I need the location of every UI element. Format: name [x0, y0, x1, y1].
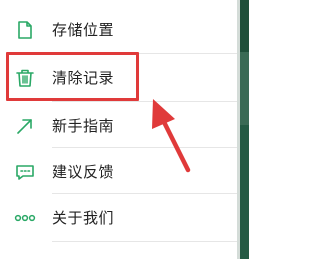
menu-item-beginner-guide[interactable]: 新手指南 — [0, 102, 237, 149]
menu-item-label: 关于我们 — [52, 209, 115, 227]
divider — [52, 241, 237, 242]
menu-item-label: 存储位置 — [52, 21, 115, 39]
background-edge — [237, 0, 249, 259]
menu-item-storage-location[interactable]: 存储位置 — [0, 6, 237, 53]
arrow-up-right-icon — [14, 115, 36, 137]
menu-item-feedback[interactable]: 建议反馈 — [0, 148, 237, 195]
menu-item-label: 建议反馈 — [52, 163, 115, 181]
annotation-highlight-box — [6, 52, 139, 101]
document-icon — [14, 19, 36, 41]
menu-item-about-us[interactable]: 关于我们 — [0, 194, 237, 241]
feedback-message-icon — [14, 161, 36, 183]
menu-item-label: 新手指南 — [52, 117, 115, 135]
settings-menu-panel: 存储位置 清除记录 新手指南 建议反馈 关于我们 — [0, 0, 237, 259]
more-dots-icon — [14, 207, 36, 229]
